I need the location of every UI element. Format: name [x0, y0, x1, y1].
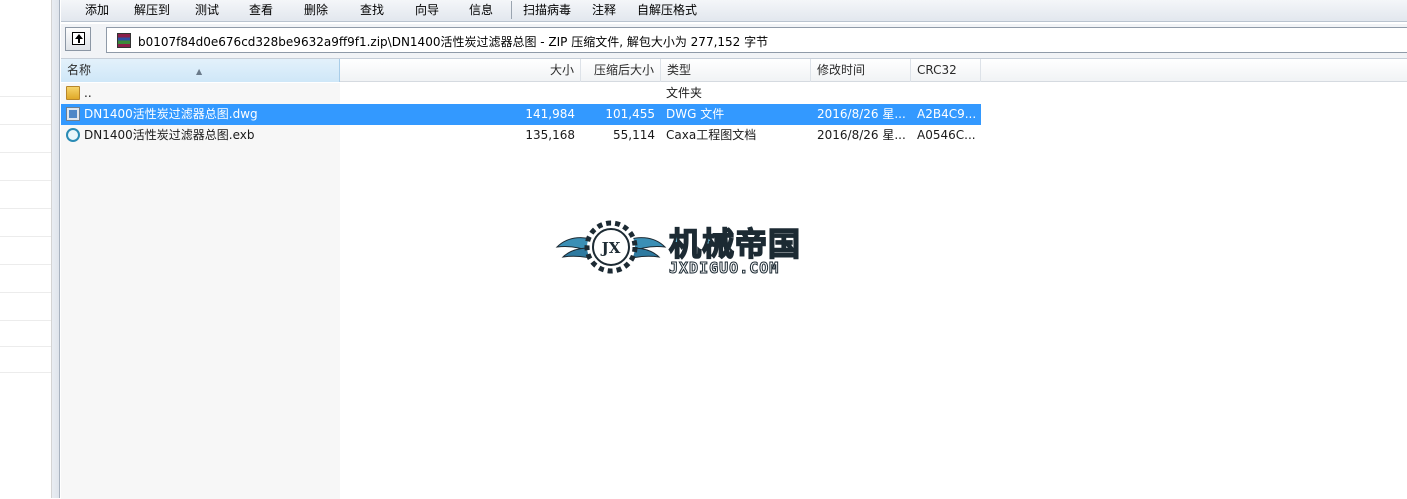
table-row[interactable]: DN1400活性炭过滤器总图.exb 135,168 55,114 Caxa工程…: [61, 125, 981, 146]
row-type: 文件夹: [666, 86, 703, 100]
row-name: DN1400活性炭过滤器总图.dwg: [84, 107, 258, 121]
comment-button[interactable]: 注释: [592, 1, 616, 19]
folder-icon: [66, 86, 80, 100]
up-arrow-icon: [72, 32, 85, 45]
view-button[interactable]: 查看: [249, 1, 273, 19]
row-packed: 101,455: [605, 107, 655, 121]
column-header-name[interactable]: 名称 ▲: [61, 59, 340, 82]
extract-to-button[interactable]: 解压到: [134, 1, 170, 19]
wizard-button[interactable]: 向导: [415, 1, 439, 19]
tree-row-divider: [0, 124, 51, 125]
test-button[interactable]: 测试: [195, 1, 219, 19]
tree-row-divider: [0, 320, 51, 321]
column-header-crc-label: CRC32: [917, 63, 957, 77]
column-header-modified[interactable]: 修改时间: [811, 59, 911, 82]
row-size: 135,168: [525, 128, 575, 142]
tree-row-divider: [0, 208, 51, 209]
column-header-name-label: 名称: [67, 63, 92, 77]
table-row-selected[interactable]: DN1400活性炭过滤器总图.dwg 141,984 101,455 DWG 文…: [61, 104, 981, 125]
delete-button[interactable]: 删除: [304, 1, 328, 19]
add-button[interactable]: 添加: [85, 1, 109, 19]
toolbar-separator: [511, 1, 512, 19]
row-size: 141,984: [525, 107, 575, 121]
row-type: DWG 文件: [666, 107, 725, 121]
pane-splitter[interactable]: [52, 0, 60, 498]
column-header-type-label: 类型: [667, 63, 692, 77]
sort-up-icon: ▲: [196, 67, 203, 76]
tree-row-divider: [0, 152, 51, 153]
tree-row-divider: [0, 264, 51, 265]
svg-text:JX: JX: [600, 239, 621, 257]
row-crc: [917, 83, 979, 104]
row-type: Caxa工程图文档: [666, 128, 757, 142]
column-header-size-label: 大小: [549, 63, 574, 77]
row-packed: 55,114: [613, 128, 655, 142]
find-button[interactable]: 查找: [360, 1, 384, 19]
archive-icon: [117, 33, 131, 48]
row-name: ..: [84, 86, 92, 100]
table-row[interactable]: .. 文件夹: [61, 83, 981, 104]
dwg-file-icon: [66, 107, 80, 121]
row-modified: 2016/8/26 星...: [817, 128, 906, 142]
row-packed: [581, 83, 655, 104]
up-folder-button[interactable]: [65, 27, 91, 51]
left-tree-pane[interactable]: [0, 0, 52, 498]
tree-row-divider: [0, 292, 51, 293]
column-header-size[interactable]: 大小: [340, 59, 581, 82]
tree-row-divider: [0, 372, 51, 373]
row-size: [461, 83, 575, 104]
exb-file-icon: [66, 128, 80, 142]
toolbar: 添加 解压到 测试 查看 删除 查找 向导 信息 扫描病毒 注释 自解压格式: [61, 0, 1407, 22]
logo-subtitle: JXDIGUO.COM: [668, 259, 780, 278]
row-name: DN1400活性炭过滤器总图.exb: [84, 128, 255, 142]
path-text: b0107f84d0e676cd328be9632a9ff9f1.zip\DN1…: [138, 35, 769, 49]
row-modified: [817, 83, 907, 104]
address-bar: b0107f84d0e676cd328be9632a9ff9f1.zip\DN1…: [61, 24, 1407, 58]
scan-virus-button[interactable]: 扫描病毒: [523, 1, 571, 19]
column-header-packed[interactable]: 压缩后大小: [581, 59, 661, 82]
sfx-button[interactable]: 自解压格式: [637, 1, 697, 19]
tree-row-divider: [0, 180, 51, 181]
watermark-logo: JX 机械帝国 JXDIGUO.COM: [555, 215, 855, 281]
column-header-type[interactable]: 类型: [661, 59, 811, 82]
row-crc: A2B4C9...: [917, 107, 977, 121]
tree-row-divider: [0, 96, 51, 97]
path-field[interactable]: b0107f84d0e676cd328be9632a9ff9f1.zip\DN1…: [106, 27, 1407, 53]
column-header-crc[interactable]: CRC32: [911, 59, 981, 82]
info-button[interactable]: 信息: [469, 1, 493, 19]
column-header-packed-label: 压缩后大小: [593, 63, 654, 77]
column-header-modified-label: 修改时间: [817, 63, 866, 77]
column-header-row: 名称 ▲ 大小 压缩后大小 类型 修改时间 CRC32: [61, 59, 1407, 82]
tree-row-divider: [0, 236, 51, 237]
row-modified: 2016/8/26 星...: [817, 107, 906, 121]
row-crc: A0546C...: [917, 128, 976, 142]
tree-row-divider: [0, 346, 51, 347]
